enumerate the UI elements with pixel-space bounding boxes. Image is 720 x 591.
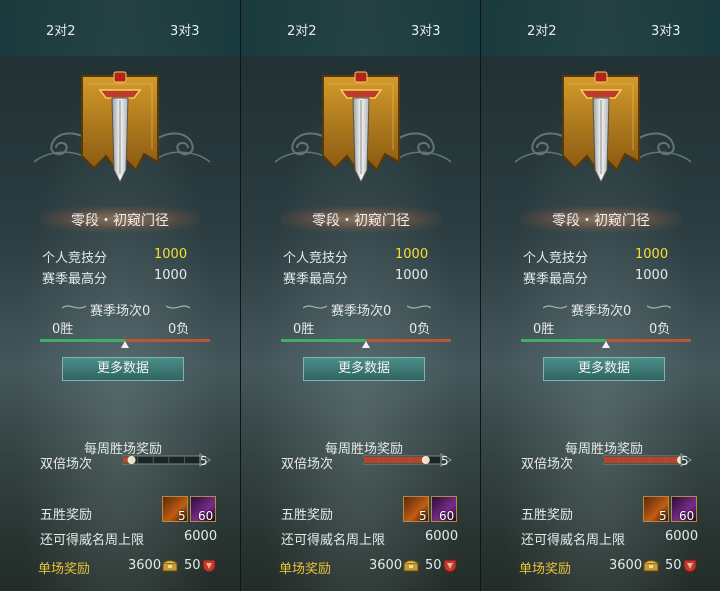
mode-tab-bar (481, 0, 720, 56)
weekly-cap-value: 6000 (184, 529, 218, 544)
weekly-cap-label: 还可得威名周上限 (521, 533, 626, 548)
single-reward-honor-value: 50 (425, 558, 442, 573)
weekly-cap-label: 还可得威名周上限 (40, 533, 145, 548)
divider-swirl-left-icon (62, 305, 86, 309)
season-high-value: 1000 (395, 268, 429, 283)
weekly-cap-label: 还可得威名周上限 (281, 533, 386, 548)
mode-tab-bar (0, 0, 240, 56)
season-high-label: 赛季最高分 (283, 272, 349, 287)
rank-name: 零段・初窥门径 (552, 213, 650, 229)
single-reward-honor-value: 50 (665, 558, 682, 573)
divider-swirl-left-icon (543, 305, 567, 309)
season-matches: 赛季场次0 (331, 304, 392, 319)
season-high-value: 1000 (154, 268, 188, 283)
arena-panel-3: 2对2 3对3 零段・初窥门径 个人竞技分 1000 赛季最高分 1000 赛季… (480, 0, 720, 591)
personal-score-label: 个人竞技分 (523, 251, 589, 266)
mode-tab-bar (241, 0, 481, 56)
single-reward-label: 单场奖励 (279, 562, 332, 577)
divider-swirl-right-icon (647, 305, 671, 309)
reward-item-1-count: 5 (419, 509, 427, 523)
single-reward-label: 单场奖励 (38, 562, 91, 577)
reward-item-2-count: 60 (679, 509, 695, 523)
rank-name: 零段・初窥门径 (312, 213, 410, 229)
divider-swirl-right-icon (166, 305, 190, 309)
five-win-reward-label: 五胜奖励 (281, 508, 334, 523)
double-matches-count: 5 (200, 454, 208, 468)
single-reward-coin-value: 3600 (369, 558, 403, 573)
rank-sword-banner-icon (562, 71, 640, 184)
coin-chest-icon (643, 560, 659, 572)
losses-count: 0负 (409, 322, 431, 337)
more-data-button[interactable]: 更多数据 (303, 357, 425, 381)
win-loss-bar (40, 339, 210, 348)
rank-name: 零段・初窥门径 (71, 213, 169, 229)
reward-item-2-count: 60 (198, 509, 214, 523)
season-high-label: 赛季最高分 (42, 272, 108, 287)
personal-score-value: 1000 (395, 247, 429, 262)
coin-chest-icon (403, 560, 419, 572)
reward-item-1-count: 5 (178, 509, 186, 523)
personal-score-label: 个人竞技分 (42, 251, 108, 266)
season-high-label: 赛季最高分 (523, 272, 589, 287)
reward-item-2-count: 60 (439, 509, 455, 523)
honor-shield-icon (683, 559, 697, 573)
double-matches-label: 双倍场次 (281, 457, 334, 472)
personal-score-value: 1000 (635, 247, 669, 262)
double-matches-count: 5 (681, 454, 689, 468)
more-data-button[interactable]: 更多数据 (62, 357, 184, 381)
five-win-reward-label: 五胜奖励 (521, 508, 574, 523)
single-reward-label: 单场奖励 (519, 562, 572, 577)
personal-score-label: 个人竞技分 (283, 251, 349, 266)
season-matches: 赛季场次0 (90, 304, 151, 319)
honor-shield-icon (443, 559, 457, 573)
wins-count: 0胜 (52, 322, 74, 337)
arena-panel-1: 2对2 3对3 零段・初窥门径 个人竞技分 1000 赛季最高分 1000 赛季… (0, 0, 240, 591)
arena-panel-2: 2对2 3对3 零段・初窥门径 个人竞技分 1000 赛季最高分 1000 赛季… (240, 0, 481, 591)
five-win-reward-label: 五胜奖励 (40, 508, 93, 523)
divider-swirl-left-icon (303, 305, 327, 309)
weekly-cap-value: 6000 (665, 529, 699, 544)
reward-item-1-count: 5 (659, 509, 667, 523)
mode-tab-3v3[interactable]: 3对3 (411, 20, 441, 39)
double-matches-label: 双倍场次 (40, 457, 93, 472)
losses-count: 0负 (168, 322, 190, 337)
mode-tab-3v3[interactable]: 3对3 (170, 20, 200, 39)
season-high-value: 1000 (635, 268, 669, 283)
mode-tab-2v2[interactable]: 2对2 (46, 20, 76, 39)
single-reward-honor-value: 50 (184, 558, 201, 573)
personal-score-value: 1000 (154, 247, 188, 262)
coin-chest-icon (162, 560, 178, 572)
single-reward-coin-value: 3600 (128, 558, 162, 573)
losses-count: 0负 (649, 322, 671, 337)
mode-tab-2v2[interactable]: 2对2 (287, 20, 317, 39)
rank-sword-banner-icon (322, 71, 400, 184)
win-loss-bar (281, 339, 451, 348)
honor-shield-icon (202, 559, 216, 573)
wins-count: 0胜 (293, 322, 315, 337)
double-matches-count: 5 (441, 454, 449, 468)
win-loss-bar (521, 339, 691, 348)
double-matches-label: 双倍场次 (521, 457, 574, 472)
weekly-cap-value: 6000 (425, 529, 459, 544)
mode-tab-3v3[interactable]: 3对3 (651, 20, 681, 39)
divider-swirl-right-icon (407, 305, 431, 309)
season-matches: 赛季场次0 (571, 304, 632, 319)
mode-tab-2v2[interactable]: 2对2 (527, 20, 557, 39)
rank-sword-banner-icon (81, 71, 159, 184)
wins-count: 0胜 (533, 322, 555, 337)
more-data-button[interactable]: 更多数据 (543, 357, 665, 381)
single-reward-coin-value: 3600 (609, 558, 643, 573)
